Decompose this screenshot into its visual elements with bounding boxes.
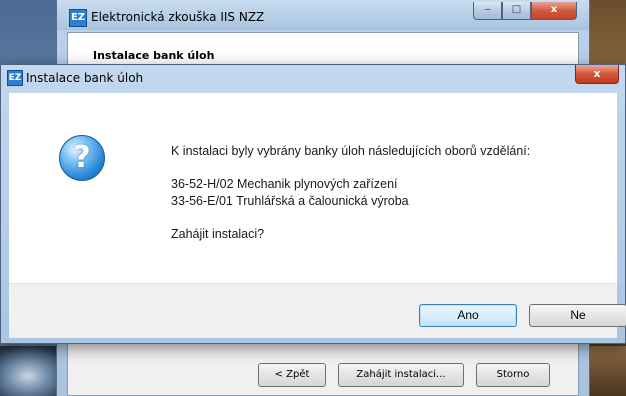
wizard-footer: < Zpět Zahájit instalaci... Storno — [68, 355, 578, 395]
message-intro: K instalaci byly vybrány banky úloh násl… — [171, 144, 531, 158]
main-window-titlebar[interactable]: EZ Elektronická zkouška IIS NZZ ‒ □ x — [57, 0, 589, 30]
confirmation-dialog: EZ Instalace bank úloh x ? K instalaci b… — [0, 64, 626, 344]
cancel-button[interactable]: Storno — [476, 363, 550, 387]
start-installation-button[interactable]: Zahájit instalaci... — [338, 363, 464, 387]
message-question: Zahájit instalaci? — [171, 227, 265, 241]
message-item: 33-56-E/01 Truhlářská a čalounická výrob… — [171, 194, 409, 208]
yes-button[interactable]: Ano — [419, 304, 517, 327]
minimize-button[interactable]: ‒ — [473, 2, 502, 20]
no-button[interactable]: Ne — [529, 304, 626, 327]
dialog-body: ? K instalaci byly vybrány banky úloh ná… — [9, 93, 617, 283]
main-window-title: Elektronická zkouška IIS NZZ — [91, 10, 265, 24]
dialog-titlebar[interactable]: EZ Instalace bank úloh x — [1, 65, 625, 91]
window-controls: ‒ □ x — [473, 2, 577, 20]
dialog-footer: Ano Ne — [9, 283, 626, 338]
dialog-app-icon: EZ — [7, 70, 23, 86]
wizard-header-title: Instalace bank úloh — [93, 49, 215, 62]
question-icon: ? — [59, 135, 105, 181]
app-icon: EZ — [69, 9, 87, 27]
dialog-message: K instalaci byly vybrány banky úloh násl… — [171, 143, 530, 243]
dialog-close-button[interactable]: x — [575, 65, 619, 84]
maximize-button[interactable]: □ — [502, 2, 531, 20]
back-button[interactable]: < Zpět — [258, 363, 326, 387]
message-item: 36-52-H/02 Mechanik plynových zařízení — [171, 177, 398, 191]
close-button[interactable]: x — [531, 2, 577, 20]
dialog-title: Instalace bank úloh — [26, 71, 144, 85]
